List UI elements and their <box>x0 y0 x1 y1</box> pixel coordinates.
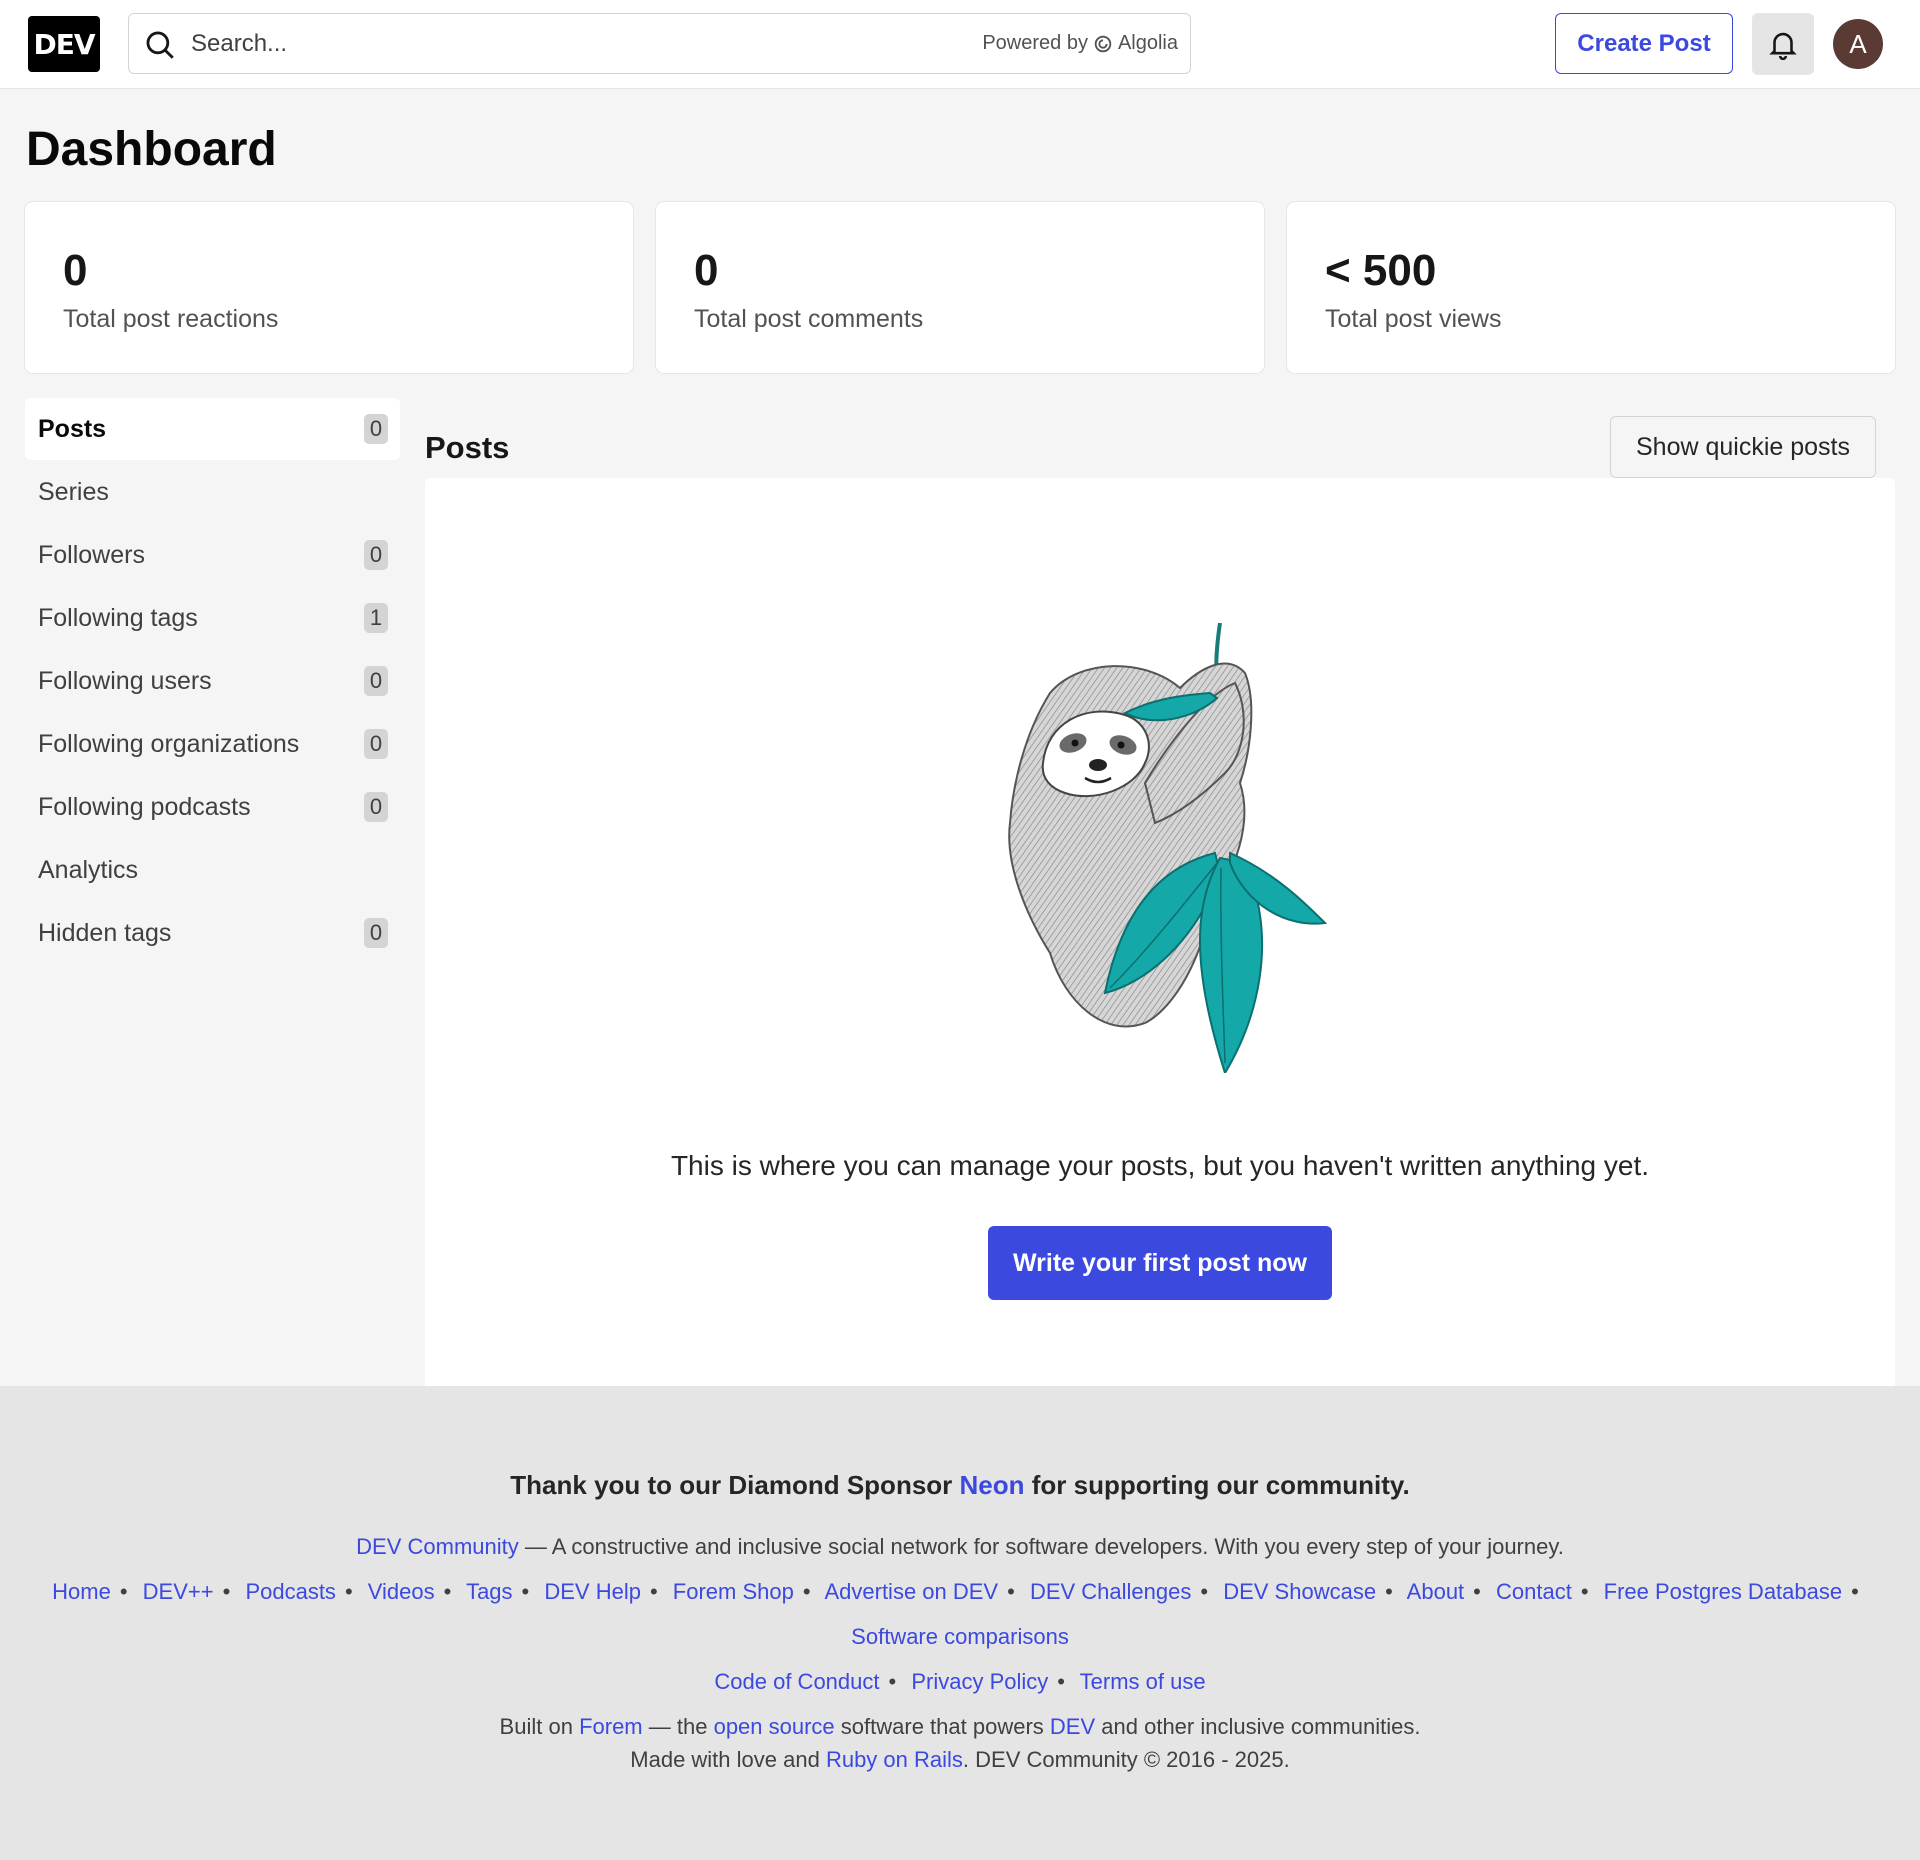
sidebar-item-posts[interactable]: Posts 0 <box>25 398 400 460</box>
count-badge: 0 <box>364 918 388 948</box>
count-badge: 0 <box>364 540 388 570</box>
count-badge: 0 <box>364 792 388 822</box>
count-badge: 0 <box>364 414 388 444</box>
stat-value: 0 <box>694 246 719 295</box>
show-quickie-posts-button[interactable]: Show quickie posts <box>1610 416 1876 478</box>
tagline-text: — A constructive and inclusive social ne… <box>524 1534 1564 1559</box>
site-footer: Thank you to our Diamond Sponsor Neon fo… <box>0 1386 1920 1860</box>
footer-link-terms[interactable]: Terms of use <box>1080 1669 1206 1694</box>
sidebar-item-hidden-tags[interactable]: Hidden tags 0 <box>25 902 400 964</box>
sidebar-item-label: Followers <box>38 540 145 569</box>
sidebar-item-following-organizations[interactable]: Following organizations 0 <box>25 713 400 775</box>
footer-link-challenges[interactable]: DEV Challenges <box>1030 1579 1191 1604</box>
write-first-post-button[interactable]: Write your first post now <box>988 1226 1332 1300</box>
footer-link-forem-shop[interactable]: Forem Shop <box>673 1579 794 1604</box>
stat-card-comments: 0 Total post comments <box>656 202 1264 373</box>
stat-label: Total post comments <box>694 305 924 333</box>
footer-link-tags[interactable]: Tags <box>466 1579 512 1604</box>
sidebar-item-label: Posts <box>38 414 107 443</box>
stat-label: Total post views <box>1325 305 1502 333</box>
sponsor-message: Thank you to our Diamond Sponsor Neon fo… <box>0 1470 1920 1501</box>
made-text: Made with love and <box>630 1747 820 1772</box>
community-tagline: DEV Community — A constructive and inclu… <box>0 1534 1920 1560</box>
footer-legal: Code of Conduct • Privacy Policy • Terms o… <box>714 1669 1206 1694</box>
user-avatar[interactable]: A <box>1833 19 1883 69</box>
footer-link-home[interactable]: Home <box>52 1579 111 1604</box>
footer-link-advertise[interactable]: Advertise on DEV <box>824 1579 998 1604</box>
footer-link-contact[interactable]: Contact <box>1496 1579 1572 1604</box>
sidebar-item-label: Following podcasts <box>38 792 251 821</box>
notifications-button[interactable] <box>1752 13 1814 75</box>
rails-link[interactable]: Ruby on Rails <box>826 1747 963 1772</box>
sidebar-item-analytics[interactable]: Analytics <box>25 839 400 901</box>
sidebar-item-label: Analytics <box>38 855 139 884</box>
open-source-link[interactable]: open source <box>714 1714 835 1739</box>
stat-card-views: < 500 Total post views <box>1287 202 1895 373</box>
empty-state-message: This is where you can manage your posts,… <box>670 1150 1650 1181</box>
stat-label: Total post reactions <box>63 305 279 333</box>
count-badge: 0 <box>364 729 388 759</box>
count-badge: 0 <box>364 666 388 696</box>
algolia-attribution[interactable]: Powered by Algolia <box>982 32 1178 55</box>
posts-heading: Posts <box>425 430 510 465</box>
sidebar-item-label: Following organizations <box>38 729 300 758</box>
made-with-text: Made with love and Ruby on Rails. DEV Co… <box>0 1747 1920 1773</box>
count-badge: 1 <box>364 603 388 633</box>
built-text: Built on <box>499 1714 573 1739</box>
community-link[interactable]: DEV Community <box>356 1534 519 1559</box>
sponsor-post: for supporting our community. <box>1031 1470 1410 1500</box>
sloth-illustration <box>1008 623 1328 1073</box>
algolia-label: Algolia <box>1117 32 1178 54</box>
dev-logo[interactable]: DEV <box>28 16 100 72</box>
stat-value: < 500 <box>1325 246 1437 295</box>
footer-link-showcase[interactable]: DEV Showcase <box>1223 1579 1376 1604</box>
sponsor-link[interactable]: Neon <box>960 1470 1025 1500</box>
sidebar-item-following-podcasts[interactable]: Following podcasts 0 <box>25 776 400 838</box>
search-input[interactable] <box>191 26 791 62</box>
footer-link-postgres[interactable]: Free Postgres Database <box>1604 1579 1842 1604</box>
forem-link[interactable]: Forem <box>579 1714 643 1739</box>
footer-nav: Home • DEV++ • Podcasts • Videos • Tags • DEV… <box>52 1579 1859 1604</box>
sidebar-item-following-tags[interactable]: Following tags 1 <box>25 587 400 649</box>
footer-nav-secondary: Software comparisons <box>0 1624 1920 1650</box>
sidebar-item-label: Hidden tags <box>38 918 172 947</box>
search-bar[interactable]: Powered by Algolia <box>128 13 1191 74</box>
search-icon <box>146 31 174 59</box>
stat-card-reactions: 0 Total post reactions <box>25 202 633 373</box>
page-title: Dashboard <box>26 123 277 176</box>
copyright-text: . DEV Community © 2016 - 2025. <box>962 1747 1290 1772</box>
built-text: — the <box>648 1714 708 1739</box>
create-post-button[interactable]: Create Post <box>1555 13 1733 74</box>
footer-link-dev-help[interactable]: DEV Help <box>544 1579 641 1604</box>
footer-link-privacy[interactable]: Privacy Policy <box>911 1669 1048 1694</box>
bell-icon <box>1769 32 1797 61</box>
posts-panel: This is where you can manage your posts,… <box>425 478 1895 1386</box>
sidebar-item-series[interactable]: Series <box>25 461 400 523</box>
sidebar-item-following-users[interactable]: Following users 0 <box>25 650 400 712</box>
footer-link-devplusplus[interactable]: DEV++ <box>143 1579 214 1604</box>
stat-value: 0 <box>63 246 88 295</box>
footer-link-podcasts[interactable]: Podcasts <box>245 1579 336 1604</box>
sidebar-item-followers[interactable]: Followers 0 <box>25 524 400 586</box>
built-text: software that powers <box>840 1714 1044 1739</box>
top-header: DEV Powered by Algolia Create Post A <box>0 0 1920 89</box>
footer-link-software-comparisons[interactable]: Software comparisons <box>851 1624 1069 1649</box>
sidebar-item-label: Series <box>38 477 109 506</box>
built-text: and other inclusive communities. <box>1101 1714 1421 1739</box>
dev-link[interactable]: DEV <box>1050 1714 1095 1739</box>
footer-link-code-of-conduct[interactable]: Code of Conduct <box>714 1669 879 1694</box>
footer-link-about[interactable]: About <box>1407 1579 1465 1604</box>
sidebar-item-label: Following tags <box>38 603 198 632</box>
algolia-icon <box>1094 35 1112 52</box>
footer-link-videos[interactable]: Videos <box>368 1579 435 1604</box>
sidebar-item-label: Following users <box>38 666 212 695</box>
built-on-text: Built on Forem — the open source softwar… <box>0 1714 1920 1740</box>
sponsor-pre: Thank you to our Diamond Sponsor <box>510 1470 953 1500</box>
powered-by-label: Powered by <box>982 32 1088 54</box>
dashboard-sidebar: Posts 0 Series Followers 0 Following tag… <box>25 398 400 965</box>
